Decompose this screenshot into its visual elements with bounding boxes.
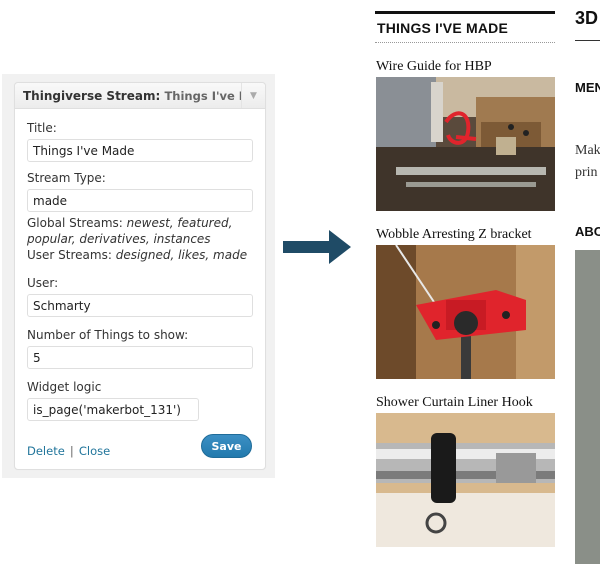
main-paragraph-line2: prin (575, 165, 598, 180)
delete-link[interactable]: Delete (27, 444, 65, 458)
sidebar-heading: THINGS I'VE MADE (375, 11, 555, 43)
widget-title-sub: Things I've Made (164, 89, 241, 103)
widget-title: Thingiverse Stream: Things I've Made (23, 89, 241, 105)
arrow-right-icon (283, 230, 351, 264)
close-link[interactable]: Close (79, 444, 110, 458)
stream-type-label: Stream Type: (27, 171, 106, 185)
thing-thumbnail-2[interactable] (376, 245, 555, 379)
thing-thumbnail-3[interactable] (376, 413, 555, 547)
widget-header[interactable]: Thingiverse Stream: Things I've Made ▼ (15, 83, 265, 109)
user-streams-prefix: User Streams: (27, 248, 112, 262)
stream-type-input[interactable]: made (27, 189, 253, 212)
abo-heading: ABO (575, 224, 600, 239)
thing-thumbnail-1[interactable] (376, 77, 555, 211)
link-separator: | (69, 444, 74, 458)
triangle-down-icon[interactable]: ▼ (241, 83, 265, 108)
widget-logic-input[interactable]: is_page('makerbot_131') (27, 398, 199, 421)
widget-logic-label: Widget logic (27, 380, 102, 394)
save-button[interactable]: Save (201, 434, 252, 458)
main-column-cropped: 3D MEN Mak prin ABO (574, 0, 600, 564)
global-streams-prefix: Global Streams: (27, 216, 123, 230)
men-heading: MEN (575, 80, 600, 95)
thing-title-3[interactable]: Shower Curtain Liner Hook (376, 395, 533, 411)
widget-control-links: Delete | Close (27, 440, 110, 459)
about-photo (575, 250, 600, 564)
count-label: Number of Things to show: (27, 328, 189, 342)
user-input[interactable]: Schmarty (27, 294, 253, 317)
thing-title-1[interactable]: Wire Guide for HBP (376, 59, 492, 75)
global-streams-values-1: newest, featured, (126, 216, 233, 230)
user-streams-hint: User Streams: designed, likes, made (27, 248, 247, 262)
global-streams-hint: Global Streams: newest, featured, (27, 216, 232, 230)
user-label: User: (27, 276, 59, 290)
thing-title-2[interactable]: Wobble Arresting Z bracket (376, 227, 532, 243)
widget-panel-background: Thingiverse Stream: Things I've Made ▼ T… (2, 74, 275, 478)
thingiverse-stream-widget: Thingiverse Stream: Things I've Made ▼ T… (14, 82, 266, 470)
user-streams-values: designed, likes, made (115, 248, 248, 262)
title-label: Title: (27, 121, 57, 135)
title-input[interactable]: Things I've Made (27, 139, 253, 162)
widget-title-main: Thingiverse Stream: (23, 89, 161, 103)
global-streams-hint-line2: popular, derivatives, instances (27, 232, 211, 246)
count-input[interactable]: 5 (27, 346, 253, 369)
main-heading-rule (575, 40, 600, 41)
main-paragraph-line1: Mak (575, 143, 600, 158)
main-heading: 3D (575, 8, 599, 28)
global-streams-values-2: popular, derivatives, instances (27, 232, 211, 246)
